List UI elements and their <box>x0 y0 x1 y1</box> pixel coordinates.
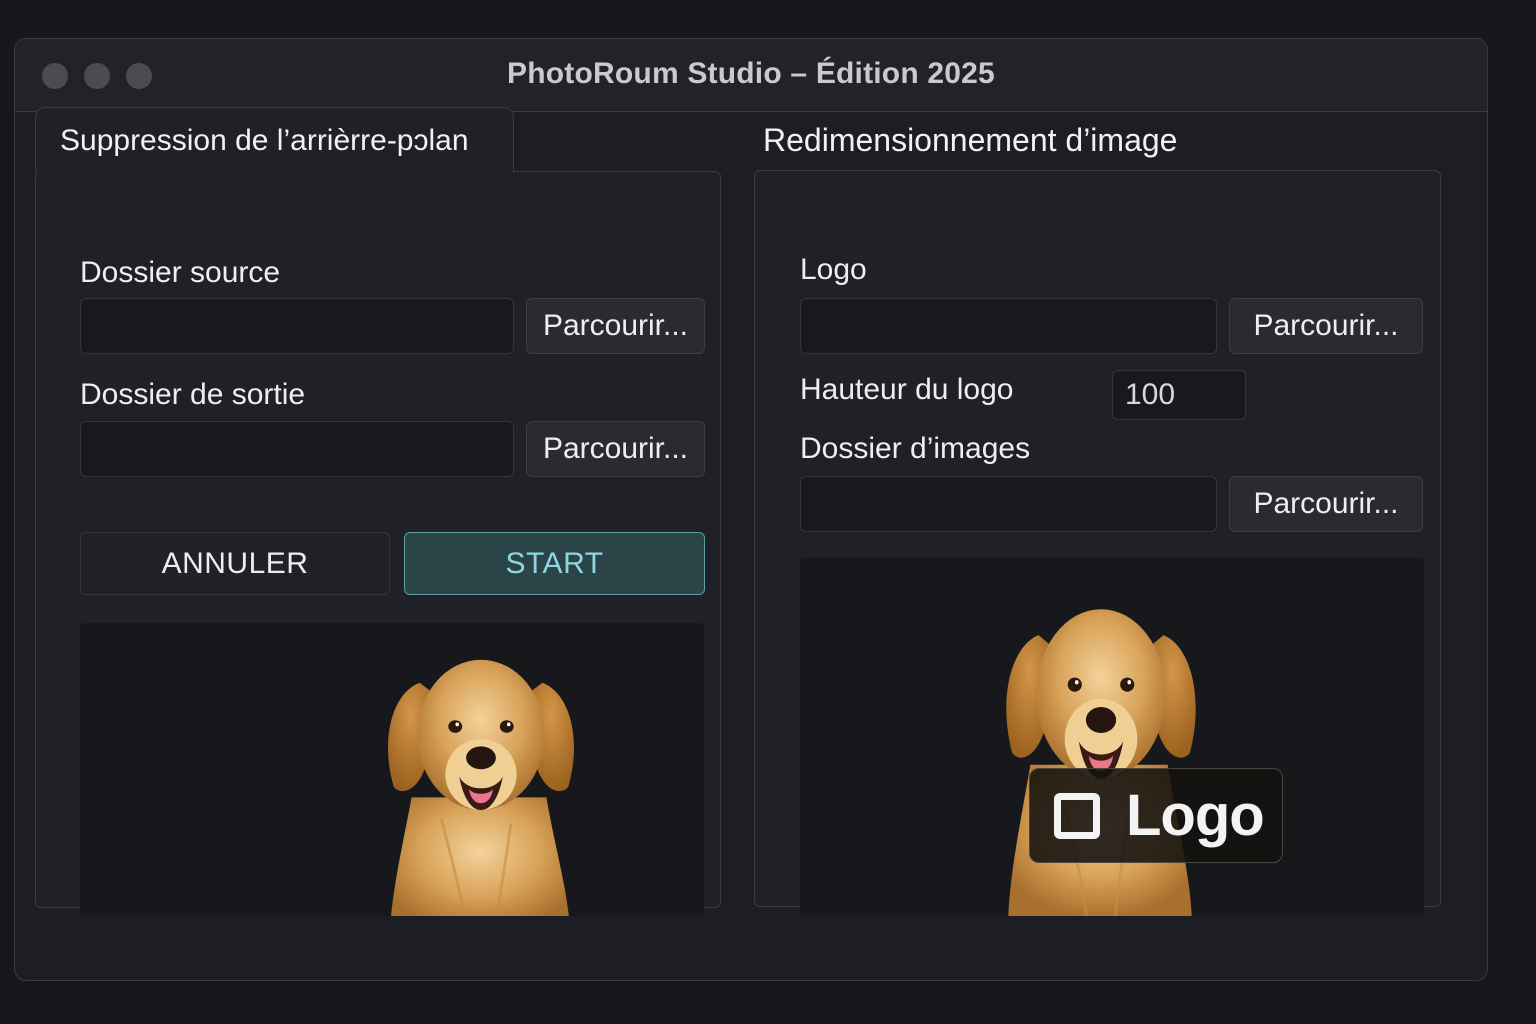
title-bar: PhotoRoum Studio – Édition 2025 <box>15 39 1487 112</box>
images-folder-label: Dossier d’images <box>800 432 1031 465</box>
logo-watermark-badge: Logo <box>1029 768 1283 863</box>
logo-height-label: Hauteur du logo <box>800 373 1014 406</box>
output-folder-input[interactable] <box>80 421 514 477</box>
tab-background-removal[interactable]: Suppression de l’arrièrre-pɔlan <box>35 107 514 173</box>
logo-watermark-text: Logo <box>1126 783 1265 848</box>
source-folder-input[interactable] <box>80 298 514 354</box>
cancel-button[interactable]: ANNULER <box>80 532 390 595</box>
start-button[interactable]: START <box>404 532 705 595</box>
logo-browse-button[interactable]: Parcourir... <box>1229 298 1423 354</box>
tab-image-resize[interactable]: Redimensionnement d’image <box>763 122 1177 159</box>
source-browse-button[interactable]: Parcourir... <box>526 298 705 354</box>
window-title: PhotoRoum Studio – Édition 2025 <box>507 57 995 90</box>
output-folder-label: Dossier de sortie <box>80 378 306 411</box>
output-browse-button[interactable]: Parcourir... <box>526 421 705 477</box>
logo-file-input[interactable] <box>800 298 1217 354</box>
logo-label: Logo <box>800 253 867 286</box>
images-browse-button[interactable]: Parcourir... <box>1229 476 1423 532</box>
background-removal-preview <box>80 623 704 916</box>
dog-cutout-image <box>372 641 590 916</box>
source-folder-label: Dossier source <box>80 256 281 289</box>
dog-with-logo-image <box>990 588 1212 916</box>
logo-square-icon <box>1054 792 1100 839</box>
logo-height-input[interactable] <box>1112 370 1246 420</box>
images-folder-input[interactable] <box>800 476 1217 532</box>
